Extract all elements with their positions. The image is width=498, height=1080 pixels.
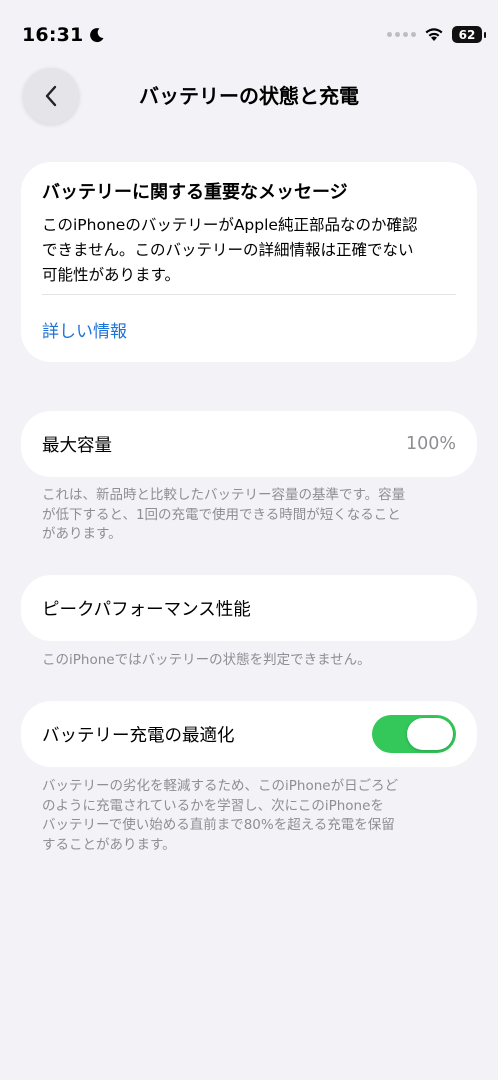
message-line: このiPhoneのバッテリーがApple純正部品なのか確認	[42, 216, 418, 234]
max-capacity-row: 最大容量 100%	[21, 411, 477, 477]
footnote-line: のように充電されているかを学習し、次にこのiPhoneを	[42, 797, 384, 814]
footnote-line: これは、新品時と比較したバッテリー容量の基準です。容量	[42, 487, 406, 503]
wifi-icon	[425, 28, 443, 41]
page-title: バッテリーの状態と充電	[139, 84, 359, 108]
footnote-line: バッテリーで使い始める直前まで80%を超える充電を保留	[42, 817, 395, 833]
status-time-group: 16:31	[22, 24, 105, 46]
footnote-line: があります。	[42, 526, 122, 542]
peak-performance-label: ピークパフォーマンス性能	[42, 599, 251, 620]
learn-more-link[interactable]: 詳しい情報	[42, 317, 127, 342]
optimized-charging-toggle[interactable]	[372, 715, 456, 753]
optimized-charging-label: バッテリー充電の最適化	[42, 725, 235, 746]
status-bar: 16:31 62	[0, 0, 498, 70]
message-line: できません。このバッテリーの詳細情報は正確でない	[42, 241, 414, 259]
footnote-line: が低下すると、1回の充電で使用できる時間が短くなること	[42, 506, 401, 523]
status-icons: 62	[387, 26, 486, 43]
message-line: 可能性があります。	[42, 266, 180, 284]
footnote-line: バッテリーの劣化を軽減するため、このiPhoneが日ごろど	[42, 778, 399, 794]
optimized-charging-row: バッテリー充電の最適化	[21, 701, 477, 767]
max-capacity-value: 100%	[405, 434, 456, 454]
important-message-card: バッテリーに関する重要なメッセージ このiPhoneのバッテリーがApple純正…	[21, 162, 477, 362]
moon-icon	[90, 28, 104, 43]
divider	[42, 294, 456, 295]
footnote-line: することがあります。	[42, 836, 176, 853]
peak-performance-footnote: このiPhoneではバッテリーの状態を判定できません。	[42, 652, 371, 668]
optimized-charging-footnote: バッテリーの劣化を軽減するため、このiPhoneが日ごろど のように充電されてい…	[42, 777, 462, 855]
message-body: このiPhoneのバッテリーがApple純正部品なのか確認 できません。このバッ…	[42, 213, 456, 288]
battery-icon: 62	[452, 26, 486, 43]
toggle-knob	[407, 718, 453, 750]
message-title: バッテリーに関する重要なメッセージ	[42, 182, 348, 203]
battery-level: 62	[458, 27, 476, 42]
max-capacity-label: 最大容量	[42, 435, 112, 456]
max-capacity-footnote: これは、新品時と比較したバッテリー容量の基準です。容量 が低下すると、1回の充電…	[42, 486, 462, 545]
status-time: 16:31	[22, 24, 84, 46]
peak-performance-row: ピークパフォーマンス性能	[21, 575, 477, 641]
cellular-signal-icon	[387, 32, 416, 37]
